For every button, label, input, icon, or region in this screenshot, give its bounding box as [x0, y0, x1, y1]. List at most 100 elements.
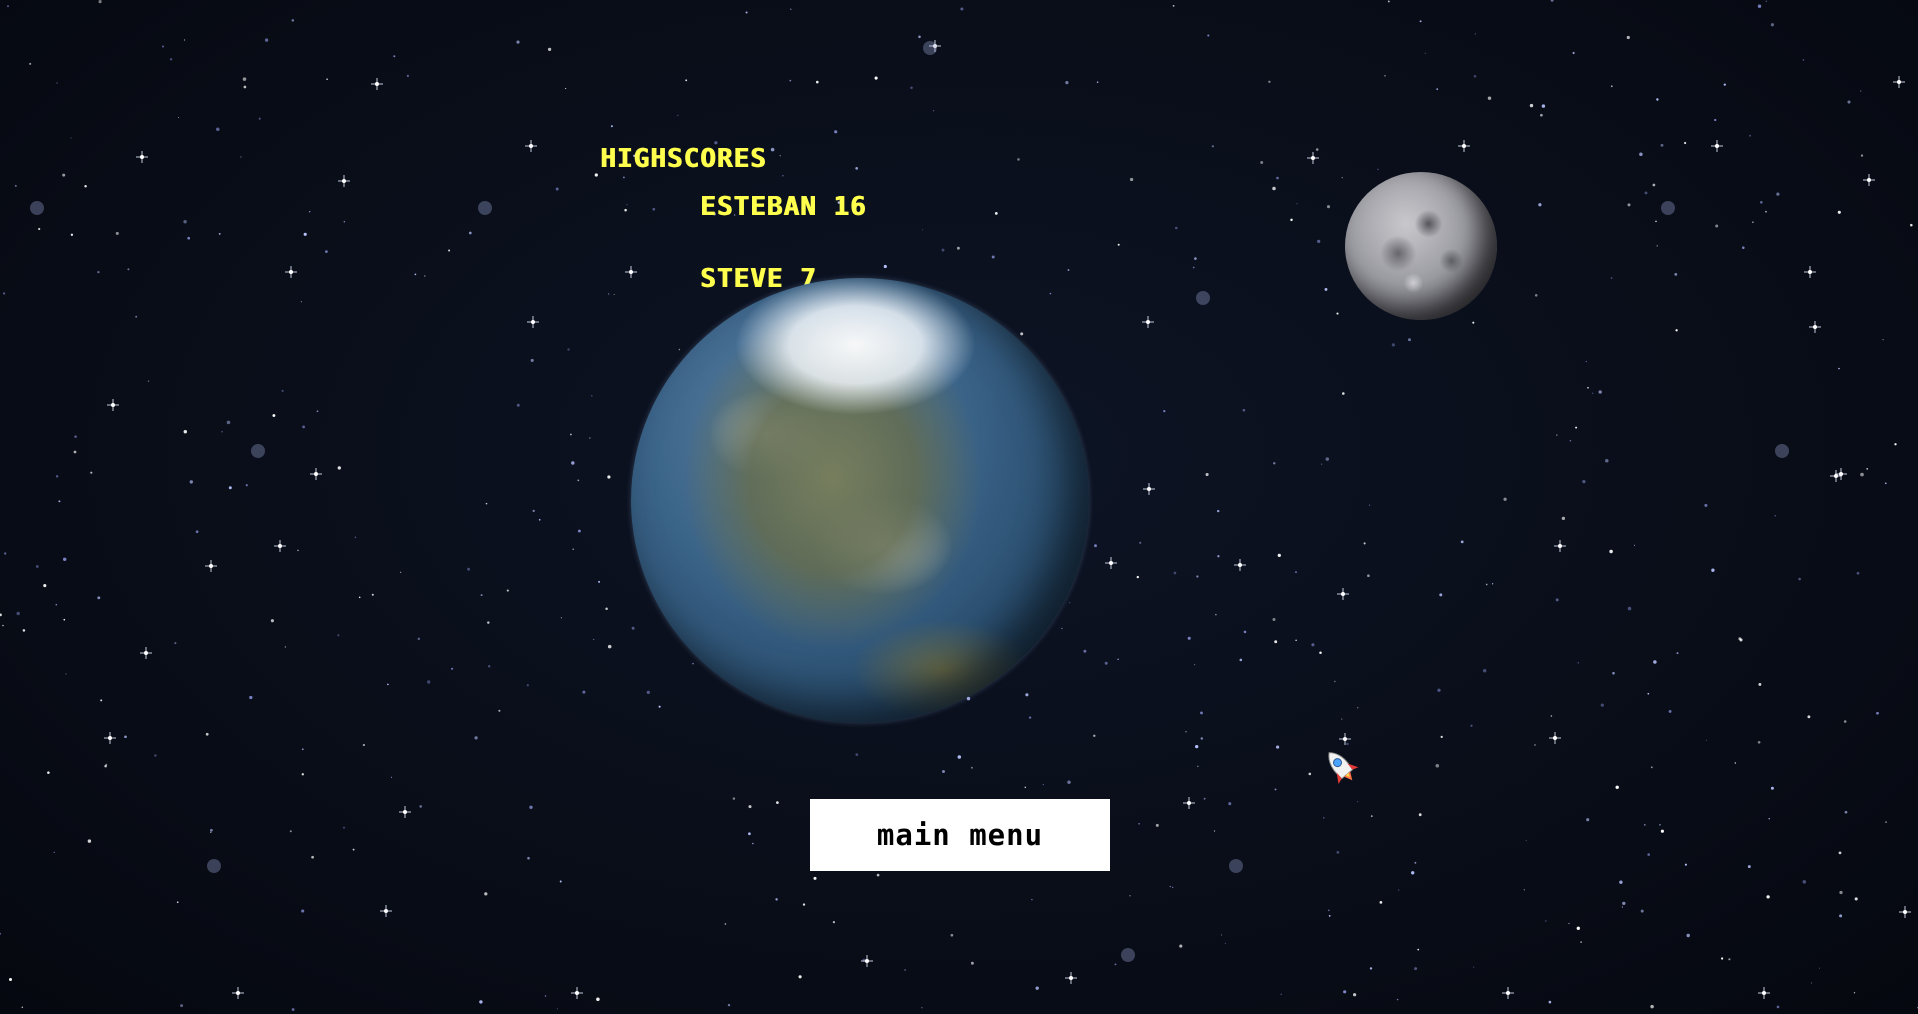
star [1472, 321, 1475, 324]
star [1609, 549, 1613, 554]
sparkle-star [140, 647, 152, 659]
star [605, 607, 608, 610]
star [855, 753, 859, 756]
star [1228, 802, 1232, 806]
star [1460, 540, 1464, 544]
star [1114, 963, 1117, 966]
star [291, 1008, 295, 1011]
star [1838, 851, 1842, 855]
star [1860, 154, 1864, 157]
star [1203, 797, 1206, 800]
star [547, 47, 552, 52]
star [1765, 0, 1767, 2]
star [22, 629, 26, 632]
star [297, 549, 299, 552]
star [1619, 880, 1623, 884]
sparkle-star [310, 468, 322, 480]
star [559, 880, 562, 883]
star [1216, 509, 1220, 513]
star [567, 348, 570, 351]
star [1104, 661, 1108, 665]
star [1556, 434, 1558, 436]
sparkle-star [107, 399, 119, 411]
star [1179, 944, 1183, 948]
star [1242, 408, 1246, 412]
star [205, 732, 209, 736]
star [1555, 598, 1559, 602]
star [1377, 168, 1379, 171]
star [1847, 100, 1851, 104]
star [55, 475, 59, 478]
star [176, 901, 179, 904]
star [1138, 822, 1140, 825]
star [1326, 205, 1331, 209]
highscore-entry: ESTEBAN 16 [600, 171, 866, 243]
sparkle-star [1458, 140, 1470, 152]
star [62, 173, 66, 177]
star [1341, 718, 1343, 720]
star [272, 414, 276, 417]
star [610, 125, 613, 128]
star [174, 642, 177, 645]
star [966, 696, 971, 701]
star [1217, 555, 1220, 558]
sparkle-star [104, 732, 116, 744]
star [3, 292, 6, 295]
star [301, 748, 304, 751]
star [1674, 273, 1678, 276]
star [555, 187, 559, 191]
star [1885, 821, 1887, 823]
star [1723, 83, 1726, 86]
star [816, 80, 819, 84]
star [1328, 915, 1331, 917]
star [240, 156, 242, 158]
star [1213, 830, 1216, 832]
star [1768, 818, 1770, 820]
star [316, 410, 319, 413]
sparkle-star [232, 987, 244, 999]
star [571, 461, 575, 465]
star [1622, 901, 1626, 906]
star [1317, 239, 1321, 244]
star [991, 255, 995, 259]
star [594, 173, 598, 177]
sparkle-star [1065, 972, 1077, 984]
sparkle-star [205, 560, 217, 572]
star [1049, 292, 1052, 295]
star [1321, 463, 1323, 465]
star [1747, 865, 1751, 869]
star [532, 509, 535, 513]
sparkle-star [1105, 557, 1117, 569]
star [38, 227, 41, 231]
highscores-title: HIGHSCORES [600, 144, 767, 174]
star [270, 619, 274, 623]
star [448, 249, 451, 252]
star [1093, 734, 1096, 738]
star [1185, 731, 1187, 733]
sparkle-star [380, 905, 392, 917]
sparkle-star [371, 78, 383, 90]
star [70, 233, 74, 236]
star [1656, 98, 1659, 101]
star [1910, 223, 1913, 227]
sparkle-star [274, 540, 286, 552]
star [1807, 715, 1811, 719]
star [1473, 75, 1477, 78]
star [960, 7, 964, 11]
star [1714, 118, 1717, 122]
star [970, 766, 973, 769]
star [393, 55, 396, 58]
star [1647, 853, 1650, 856]
star [798, 975, 802, 979]
star [84, 185, 87, 188]
star [1391, 343, 1396, 347]
main-menu-button[interactable]: MAIN MENU [810, 799, 1110, 871]
star [1221, 934, 1223, 936]
star [63, 618, 66, 621]
star [1028, 716, 1032, 719]
star [658, 705, 661, 708]
star [1096, 81, 1099, 83]
star [216, 127, 220, 131]
star [1757, 740, 1761, 744]
star [1798, 577, 1801, 581]
